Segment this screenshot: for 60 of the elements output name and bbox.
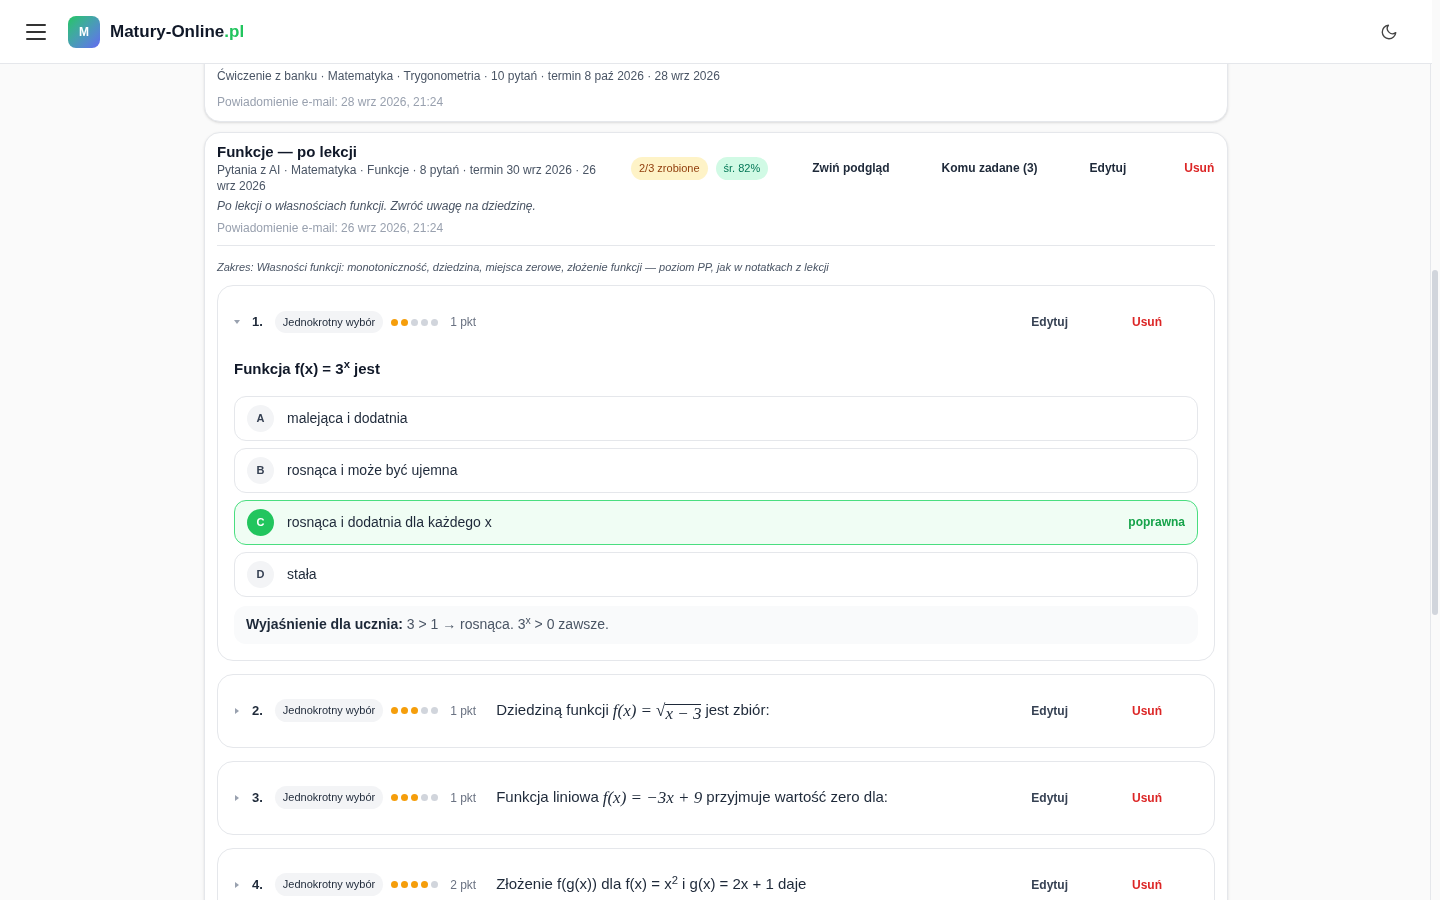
math-formula: f(x) = <box>612 699 653 722</box>
points-label: 1 pkt <box>450 314 477 331</box>
option-letter: C <box>247 508 274 536</box>
caret-right-icon[interactable] <box>234 794 240 801</box>
email-notice: Powiadomienie e-mail: 28 wrz 2026, 21:24 <box>217 94 445 111</box>
question-type-tag: Jednokrotny wybór <box>274 310 384 334</box>
question-title: Funkcja f(x) = 3$^{x}$ jest <box>234 358 380 379</box>
brand-name[interactable]: Matury-Online.pl <box>110 18 245 45</box>
option-text: rosnąca i może być ujemna <box>287 460 459 480</box>
scrollbar-thumb[interactable] <box>1432 270 1438 615</box>
question-number: 2. <box>252 701 263 720</box>
question-type-tag: Jednokrotny wybór <box>274 699 384 722</box>
edit-button[interactable]: Edytuj <box>1015 697 1084 724</box>
progress-badge: 2/3 zrobione <box>631 157 708 180</box>
assignment-meta: Ćwiczenie z banku · Matematyka · Trygonometria · 10 pytań · termin 8 paź 2026 · 28 wrz 2026 <box>217 67 721 85</box>
question-text: jest zbiór: <box>705 700 770 721</box>
option-text: stała <box>287 564 318 584</box>
caret-down-icon[interactable] <box>234 319 240 325</box>
delete-button[interactable]: Usuń <box>1116 309 1178 335</box>
delete-button[interactable]: Usuń <box>1116 784 1178 811</box>
points-label: 1 pkt <box>450 702 477 720</box>
correct-label: poprawna <box>1128 514 1185 531</box>
delete-button[interactable]: Usuń <box>1184 159 1215 178</box>
average-badge: śr. 82% <box>715 157 769 180</box>
assignment-meta: Pytania z AI · Matematyka · Funkcje · 8 pytań · termin 30 wrz 2026 · 26 wrz 2026 <box>217 162 597 194</box>
moon-icon[interactable] <box>1380 22 1398 41</box>
delete-button[interactable]: Usuń <box>1116 697 1178 724</box>
assigned-button[interactable]: Komu zadane (3) <box>941 159 1038 178</box>
points-label: 1 pkt <box>450 789 477 807</box>
option-letter: D <box>247 560 274 588</box>
edit-button[interactable]: Edytuj <box>1015 871 1084 898</box>
edit-button[interactable]: Edytuj <box>1089 159 1127 178</box>
caret-right-icon[interactable] <box>234 881 240 888</box>
question-type-tag: Jednokrotny wybór <box>274 786 384 809</box>
points-label: 2 pkt <box>450 876 477 894</box>
question-number: 1. <box>252 313 263 332</box>
square-root-formula: √x − 3 <box>656 699 702 724</box>
option-text: malejąca i dodatnia <box>287 408 409 428</box>
math-formula: f(x) = −3x + 9 <box>602 786 703 809</box>
question-text: Złożenie f(g(x)) dla f(x) = x$^{2}$ i g(x) = 2x + 1 daje <box>496 873 807 895</box>
question-number: 3. <box>252 788 263 807</box>
question-type-tag: Jednokrotny wybór <box>274 873 384 896</box>
assignment-note: Po lekcji o własnościach funkcji. Zwróć uwagę na dziedzinę. <box>217 198 537 214</box>
assignment-title: Funkcje — po lekcji <box>217 142 359 162</box>
option-letter: A <box>247 404 274 432</box>
delete-button[interactable]: Usuń <box>1116 871 1178 898</box>
menu-icon[interactable] <box>26 23 46 40</box>
question-text: Funkcja liniowa <box>496 787 599 808</box>
question-text: przyjmuje wartość zero dla: <box>706 787 889 808</box>
email-notice: Powiadomienie e-mail: 26 wrz 2026, 21:24 <box>217 220 445 236</box>
edit-button[interactable]: Edytuj <box>1015 784 1084 811</box>
option-text: rosnąca i dodatnia dla każdego x <box>287 512 493 532</box>
collapse-preview-button[interactable]: Zwiń podgląd <box>812 159 890 178</box>
question-text: Dziedziną funkcji <box>496 700 609 721</box>
edit-button[interactable]: Edytuj <box>1015 309 1084 335</box>
caret-right-icon[interactable] <box>234 707 240 714</box>
option-letter: B <box>247 456 274 484</box>
scope-text: Zakres: Własności funkcji: monotoniczność, dziedzina, miejsca zerowe, złożenie funkcji — poziom PP, jak w notatkach z lekcji <box>217 261 829 273</box>
question-number: 4. <box>252 875 263 894</box>
explanation-text: Wyjaśnienie dla ucznia: 3 > 1 → rosnąca. 3$^{x}$ > 0 zawsze. <box>246 614 609 634</box>
